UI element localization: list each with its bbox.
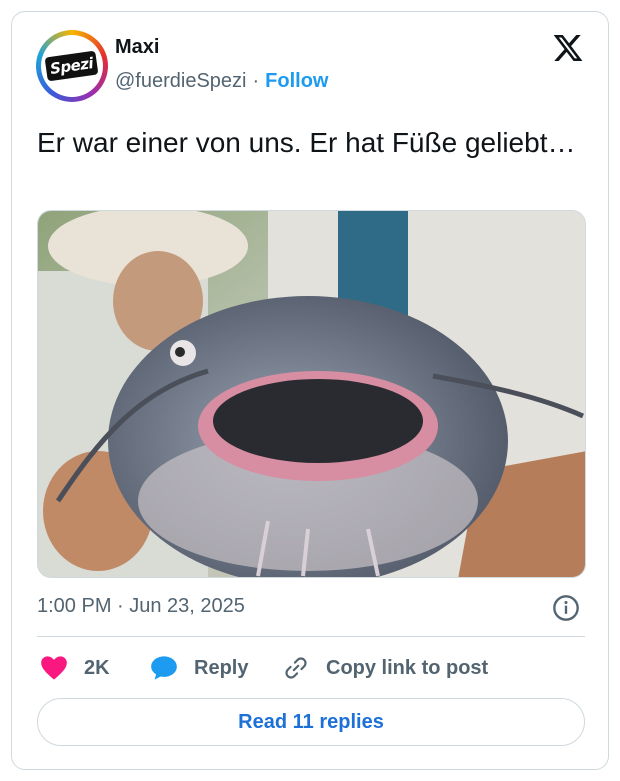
avatar-inner: Spezi xyxy=(41,35,103,97)
speech-bubble-icon xyxy=(151,656,177,680)
heart-icon xyxy=(41,656,67,680)
follow-button[interactable]: Follow xyxy=(265,70,328,93)
author-handle-row: @fuerdieSpezi · Follow xyxy=(115,70,328,93)
info-icon[interactable] xyxy=(552,594,580,622)
reply-button[interactable]: Reply xyxy=(150,652,248,684)
embedded-post-card: Spezi Maxi @fuerdieSpezi · Follow Er war… xyxy=(11,11,609,770)
avatar-logo: Spezi xyxy=(45,50,99,82)
copy-link-label: Copy link to post xyxy=(326,656,489,679)
read-replies-button[interactable]: Read 11 replies xyxy=(37,698,585,746)
like-count: 2K xyxy=(84,656,110,679)
separator-dot: · xyxy=(252,70,260,92)
link-icon xyxy=(285,657,307,679)
author-handle[interactable]: @fuerdieSpezi xyxy=(115,70,246,93)
divider xyxy=(37,636,585,637)
copy-link-button[interactable]: Copy link to post xyxy=(282,652,488,684)
author-name[interactable]: Maxi xyxy=(115,36,159,59)
catfish-photo xyxy=(38,211,585,577)
x-logo-icon[interactable] xyxy=(552,32,584,64)
post-timestamp[interactable]: 1:00 PM · Jun 23, 2025 xyxy=(37,595,245,618)
avatar[interactable]: Spezi xyxy=(36,30,108,102)
reply-label: Reply xyxy=(194,656,249,679)
post-text: Er war einer von uns. Er hat Füße gelieb… xyxy=(37,127,576,158)
like-button[interactable]: 2K xyxy=(40,652,110,684)
post-media[interactable] xyxy=(37,210,586,578)
